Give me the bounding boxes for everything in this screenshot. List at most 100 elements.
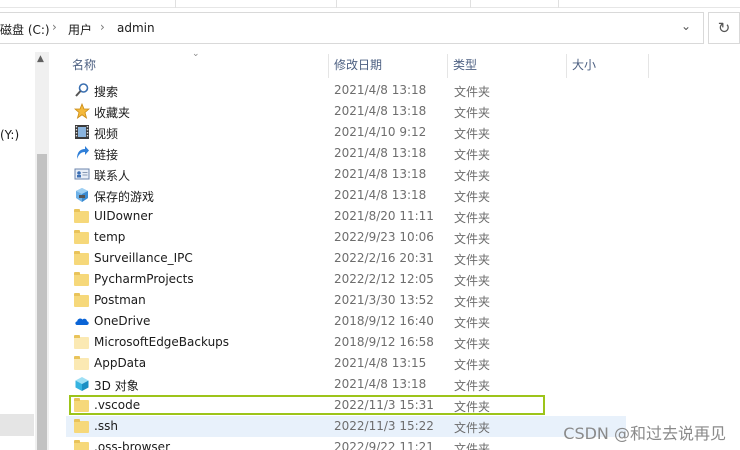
item-type: 文件夹 <box>454 358 491 372</box>
item-name: AppData <box>94 356 147 370</box>
item-name: .vscode <box>94 398 141 412</box>
item-name: 联系人 <box>94 169 131 183</box>
link-icon <box>74 145 90 161</box>
list-item[interactable]: 3D 对象 2021/4/8 13:18 文件夹 <box>66 374 626 395</box>
item-date: 2021/4/8 13:18 <box>334 188 427 202</box>
column-divider[interactable] <box>648 54 649 78</box>
item-date: 2022/2/16 20:31 <box>334 251 434 265</box>
nav-selected-item[interactable] <box>0 414 34 436</box>
list-item[interactable]: 保存的游戏 2021/4/8 13:18 文件夹 <box>66 185 626 206</box>
star-icon <box>73 102 91 119</box>
list-item[interactable]: Surveillance_IPC 2022/2/16 20:31 文件夹 <box>66 248 626 269</box>
item-type: 文件夹 <box>454 316 491 330</box>
item-type: 文件夹 <box>454 148 491 162</box>
item-date: 2021/4/8 13:18 <box>334 146 427 160</box>
column-date[interactable]: 修改日期 <box>328 52 448 80</box>
item-name: 链接 <box>94 148 119 162</box>
folder-icon <box>74 229 90 245</box>
item-name: .ssh <box>94 419 118 433</box>
folder-icon <box>74 418 90 434</box>
item-type: 文件夹 <box>454 211 491 225</box>
item-type: 文件夹 <box>454 379 491 393</box>
item-type: 文件夹 <box>454 232 491 246</box>
folder-icon <box>74 439 90 450</box>
column-name[interactable]: 名称 <box>66 52 328 80</box>
item-name: OneDrive <box>94 314 151 328</box>
video-icon <box>74 124 90 140</box>
address-bar[interactable]: 磁盘 (C:) › 用户 › admin ⌄ <box>0 12 704 44</box>
item-date: 2022/9/22 11:21 <box>334 440 434 450</box>
item-name: UIDowner <box>94 209 153 223</box>
breadcrumb-admin[interactable]: admin <box>117 21 155 35</box>
item-type: 文件夹 <box>454 421 491 435</box>
refresh-button[interactable]: ↻ <box>708 12 740 44</box>
breadcrumb-drive[interactable]: 磁盘 (C:) <box>0 21 50 38</box>
item-date: 2022/9/23 10:06 <box>334 230 434 244</box>
nav-scrollbar[interactable]: ▲ <box>35 52 49 450</box>
item-type: 文件夹 <box>454 274 491 288</box>
column-type[interactable]: 类型 <box>447 52 567 80</box>
cloud-icon <box>74 313 90 329</box>
item-date: 2018/9/12 16:40 <box>334 314 434 328</box>
item-type: 文件夹 <box>454 169 491 183</box>
watermark: CSDN @和过去说再见 <box>563 424 726 443</box>
game-icon <box>74 187 90 203</box>
item-name: 收藏夹 <box>94 106 131 120</box>
item-date: 2021/4/8 13:18 <box>334 83 427 97</box>
list-item[interactable]: 联系人 2021/4/8 13:18 文件夹 <box>66 164 626 185</box>
item-date: 2022/11/3 15:31 <box>334 398 434 412</box>
breadcrumb-users[interactable]: 用户 <box>68 21 92 38</box>
list-item[interactable]: MicrosoftEdgeBackups 2018/9/12 16:58 文件夹 <box>66 332 626 353</box>
list-item[interactable]: 搜索 2021/4/8 13:18 文件夹 <box>66 80 626 101</box>
list-item[interactable]: 收藏夹 2021/4/8 13:18 文件夹 <box>66 101 626 122</box>
folder-pale-icon <box>74 334 90 350</box>
chevron-down-icon[interactable]: ⌄ <box>681 19 695 35</box>
list-item[interactable]: .vscode 2022/11/3 15:31 文件夹 <box>69 395 545 415</box>
scrollbar-thumb[interactable] <box>37 154 47 450</box>
item-name: Surveillance_IPC <box>94 251 193 265</box>
navigation-pane[interactable]: (Y:) <box>0 52 34 450</box>
item-date: 2021/4/8 13:15 <box>334 356 427 370</box>
item-date: 2021/4/8 13:18 <box>334 104 427 118</box>
item-type: 文件夹 <box>454 337 491 351</box>
list-item[interactable]: 链接 2021/4/8 13:18 文件夹 <box>66 143 626 164</box>
item-name: 视频 <box>94 127 119 141</box>
list-item[interactable]: AppData 2021/4/8 13:15 文件夹 <box>66 353 626 374</box>
chevron-right-icon[interactable]: › <box>100 20 105 34</box>
list-item[interactable]: .ssh 2022/11/3 15:22 文件夹 <box>66 416 626 437</box>
item-name: .oss-browser <box>94 440 171 450</box>
list-item[interactable]: temp 2022/9/23 10:06 文件夹 <box>66 227 626 248</box>
scroll-up-icon[interactable]: ▲ <box>37 54 44 64</box>
cube-icon <box>74 376 90 392</box>
item-type: 文件夹 <box>454 442 491 450</box>
list-item[interactable]: PycharmProjects 2022/2/12 12:05 文件夹 <box>66 269 626 290</box>
column-header: ⌄ 名称 修改日期 类型 大小 <box>66 49 740 80</box>
list-item[interactable]: .oss-browser 2022/9/22 11:21 文件夹 <box>66 437 626 450</box>
list-item[interactable]: Postman 2021/3/30 13:52 文件夹 <box>66 290 626 311</box>
item-name: temp <box>94 230 126 244</box>
list-item[interactable]: 视频 2021/4/10 9:12 文件夹 <box>66 122 626 143</box>
contact-icon <box>74 166 90 182</box>
list-item[interactable]: UIDowner 2021/8/20 11:11 文件夹 <box>66 206 626 227</box>
folder-icon <box>74 397 90 413</box>
list-item[interactable]: OneDrive 2018/9/12 16:40 文件夹 <box>66 311 626 332</box>
item-type: 文件夹 <box>454 253 491 267</box>
item-name: PycharmProjects <box>94 272 194 286</box>
item-name: 保存的游戏 <box>94 190 155 204</box>
item-date: 2022/2/12 12:05 <box>334 272 434 286</box>
folder-icon <box>74 208 90 224</box>
refresh-icon: ↻ <box>717 19 731 37</box>
nav-drive-item[interactable]: (Y:) <box>0 128 19 142</box>
chevron-right-icon[interactable]: › <box>52 20 57 34</box>
item-type: 文件夹 <box>454 127 491 141</box>
item-type: 文件夹 <box>454 295 491 309</box>
item-name: 搜索 <box>94 85 119 99</box>
item-type: 文件夹 <box>454 400 491 414</box>
item-name: MicrosoftEdgeBackups <box>94 335 230 349</box>
folder-icon <box>74 271 90 287</box>
item-date: 2018/9/12 16:58 <box>334 335 434 349</box>
column-size[interactable]: 大小 <box>566 52 648 80</box>
item-date: 2021/8/20 11:11 <box>334 209 434 223</box>
item-date: 2022/11/3 15:22 <box>334 419 434 433</box>
item-date: 2021/3/30 13:52 <box>334 293 434 307</box>
